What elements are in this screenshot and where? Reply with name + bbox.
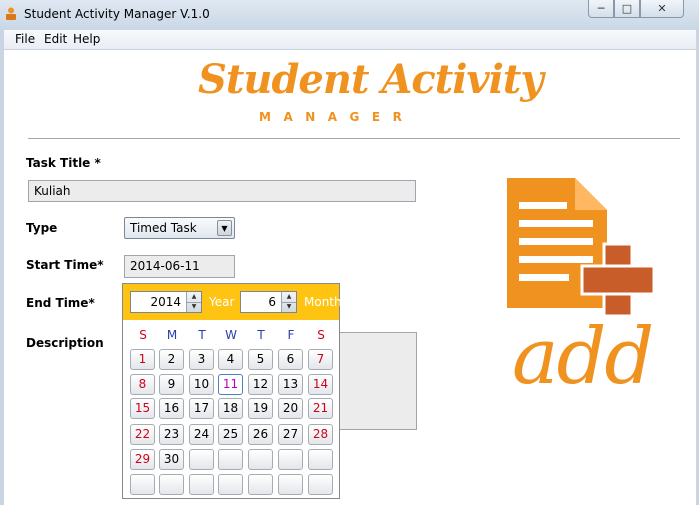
month-value: 6 — [268, 295, 276, 309]
day-button[interactable]: 12 — [248, 374, 273, 395]
day-button[interactable]: 29 — [130, 449, 155, 470]
chevron-down-icon[interactable]: ▼ — [217, 220, 232, 236]
day-button[interactable]: 18 — [218, 398, 243, 419]
logo-subtitle: MANAGER — [259, 110, 415, 124]
date-picker-popup: 2014 ▲ ▼ Year 6 ▲ ▼ Month SMTWTFS 123456… — [122, 283, 342, 499]
end-time-label: End Time* — [26, 296, 95, 310]
day-button-empty[interactable] — [130, 474, 155, 495]
day-button[interactable]: 13 — [278, 374, 303, 395]
day-button[interactable]: 16 — [159, 398, 184, 419]
month-spinner-buttons: ▲ ▼ — [281, 292, 296, 312]
description-label: Description — [26, 336, 104, 350]
day-button[interactable]: 6 — [278, 349, 303, 370]
day-button[interactable]: 2 — [159, 349, 184, 370]
day-button[interactable]: 10 — [189, 374, 214, 395]
day-button[interactable]: 1 — [130, 349, 155, 370]
year-label: Year — [209, 295, 235, 309]
month-spinner[interactable]: 6 ▲ ▼ — [240, 291, 297, 313]
year-spinner[interactable]: 2014 ▲ ▼ — [130, 291, 202, 313]
day-button-empty[interactable] — [189, 474, 214, 495]
app-icon — [6, 7, 16, 20]
day-button[interactable]: 19 — [248, 398, 273, 419]
task-title-input[interactable]: Kuliah — [28, 180, 416, 202]
maximize-button[interactable]: □ — [614, 0, 640, 18]
minimize-icon: ─ — [597, 2, 605, 15]
day-button[interactable]: 7 — [308, 349, 333, 370]
window-title: Student Activity Manager V.1.0 — [24, 7, 210, 21]
minimize-button[interactable]: ─ — [588, 0, 614, 18]
type-select-value: Timed Task — [130, 221, 197, 235]
day-button[interactable]: 8 — [130, 374, 155, 395]
year-value: 2014 — [150, 295, 181, 309]
start-time-input[interactable]: 2014-06-11 — [124, 255, 235, 278]
type-select[interactable]: Timed Task ▼ — [124, 217, 235, 239]
menu-help[interactable]: Help — [73, 32, 100, 46]
month-down-arrow-icon[interactable]: ▼ — [282, 302, 296, 312]
year-down-arrow-icon[interactable]: ▼ — [187, 302, 201, 312]
day-button[interactable]: 24 — [189, 424, 214, 445]
day-button-empty[interactable] — [308, 474, 333, 495]
day-button-empty[interactable] — [248, 449, 273, 470]
task-title-label: Task Title * — [26, 156, 101, 170]
day-button[interactable]: 20 — [278, 398, 303, 419]
day-button-empty[interactable] — [159, 474, 184, 495]
day-button-empty[interactable] — [278, 449, 303, 470]
day-button-empty[interactable] — [218, 474, 243, 495]
weekday-header: S — [139, 328, 147, 342]
weekday-header: T — [198, 328, 206, 342]
logo-title: Student Activity — [198, 56, 544, 103]
day-button[interactable]: 23 — [159, 424, 184, 445]
day-button[interactable]: 3 — [189, 349, 214, 370]
day-button[interactable]: 27 — [278, 424, 303, 445]
day-button[interactable]: 9 — [159, 374, 184, 395]
day-button[interactable]: 25 — [218, 424, 243, 445]
day-button[interactable]: 5 — [248, 349, 273, 370]
day-button[interactable]: 22 — [130, 424, 155, 445]
day-button-empty[interactable] — [278, 474, 303, 495]
menu-bar: File Edit Help — [4, 30, 696, 50]
close-button[interactable]: ✕ — [640, 0, 684, 18]
day-button-empty[interactable] — [308, 449, 333, 470]
add-document-icon — [507, 178, 656, 316]
day-button[interactable]: 21 — [308, 398, 333, 419]
day-button[interactable]: 26 — [248, 424, 273, 445]
description-textarea[interactable] — [334, 332, 417, 430]
close-icon: ✕ — [657, 2, 667, 15]
day-button-empty[interactable] — [189, 449, 214, 470]
day-button[interactable]: 11 — [218, 374, 243, 395]
type-label: Type — [26, 221, 58, 235]
day-button[interactable]: 15 — [130, 398, 155, 419]
weekday-header: S — [317, 328, 325, 342]
year-spinner-buttons: ▲ ▼ — [186, 292, 201, 312]
header-divider — [28, 138, 680, 139]
day-button[interactable]: 17 — [189, 398, 214, 419]
day-button[interactable]: 14 — [308, 374, 333, 395]
day-button[interactable]: 4 — [218, 349, 243, 370]
weekday-header: M — [166, 328, 178, 342]
menu-file[interactable]: File — [15, 32, 35, 46]
day-button-empty[interactable] — [248, 474, 273, 495]
start-time-label: Start Time* — [26, 258, 104, 272]
month-label: Month — [304, 295, 342, 309]
add-label: add — [512, 312, 654, 402]
day-button[interactable]: 30 — [159, 449, 184, 470]
weekday-header: W — [225, 328, 237, 342]
weekday-header: T — [257, 328, 265, 342]
weekday-header: F — [287, 328, 295, 342]
date-picker-header: 2014 ▲ ▼ Year 6 ▲ ▼ Month — [123, 284, 342, 320]
menu-edit[interactable]: Edit — [44, 32, 67, 46]
window-border-left — [0, 30, 4, 505]
day-button[interactable]: 28 — [308, 424, 333, 445]
maximize-icon: □ — [621, 2, 633, 15]
day-button-empty[interactable] — [218, 449, 243, 470]
